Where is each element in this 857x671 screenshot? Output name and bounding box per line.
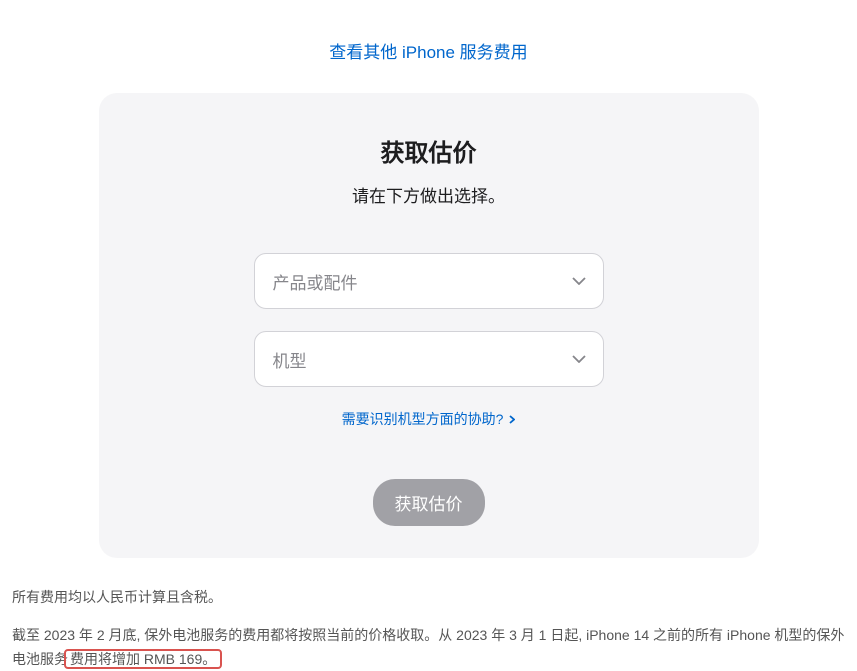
estimate-card: 获取估价 请在下方做出选择。 产品或配件 机型 需要识别机型方面的协助? 获取估… <box>99 93 759 558</box>
footer-text: 所有费用均以人民币计算且含税。 截至 2023 年 2 月底, 保外电池服务的费… <box>12 586 845 671</box>
card-title: 获取估价 <box>159 133 699 168</box>
other-service-fees-link[interactable]: 查看其他 iPhone 服务费用 <box>329 43 527 62</box>
product-select-container: 产品或配件 <box>254 253 604 309</box>
footer-paragraph-2: 截至 2023 年 2 月底, 保外电池服务的费用都将按照当前的价格收取。从 2… <box>12 624 845 671</box>
footer-paragraph-1: 所有费用均以人民币计算且含税。 <box>12 586 845 610</box>
help-link-text: 需要识别机型方面的协助? <box>342 411 504 427</box>
model-select[interactable]: 机型 <box>254 331 604 387</box>
card-subtitle: 请在下方做出选择。 <box>159 182 699 207</box>
get-estimate-button[interactable]: 获取估价 <box>373 479 485 526</box>
model-select-container: 机型 <box>254 331 604 387</box>
identify-model-help-link[interactable]: 需要识别机型方面的协助? <box>342 411 516 427</box>
product-select[interactable]: 产品或配件 <box>254 253 604 309</box>
other-service-link-container: 查看其他 iPhone 服务费用 <box>0 0 857 93</box>
chevron-right-icon <box>509 411 515 427</box>
help-link-container: 需要识别机型方面的协助? <box>159 409 699 429</box>
price-increase-highlight: 费用将增加 RMB 169。 <box>64 649 222 669</box>
